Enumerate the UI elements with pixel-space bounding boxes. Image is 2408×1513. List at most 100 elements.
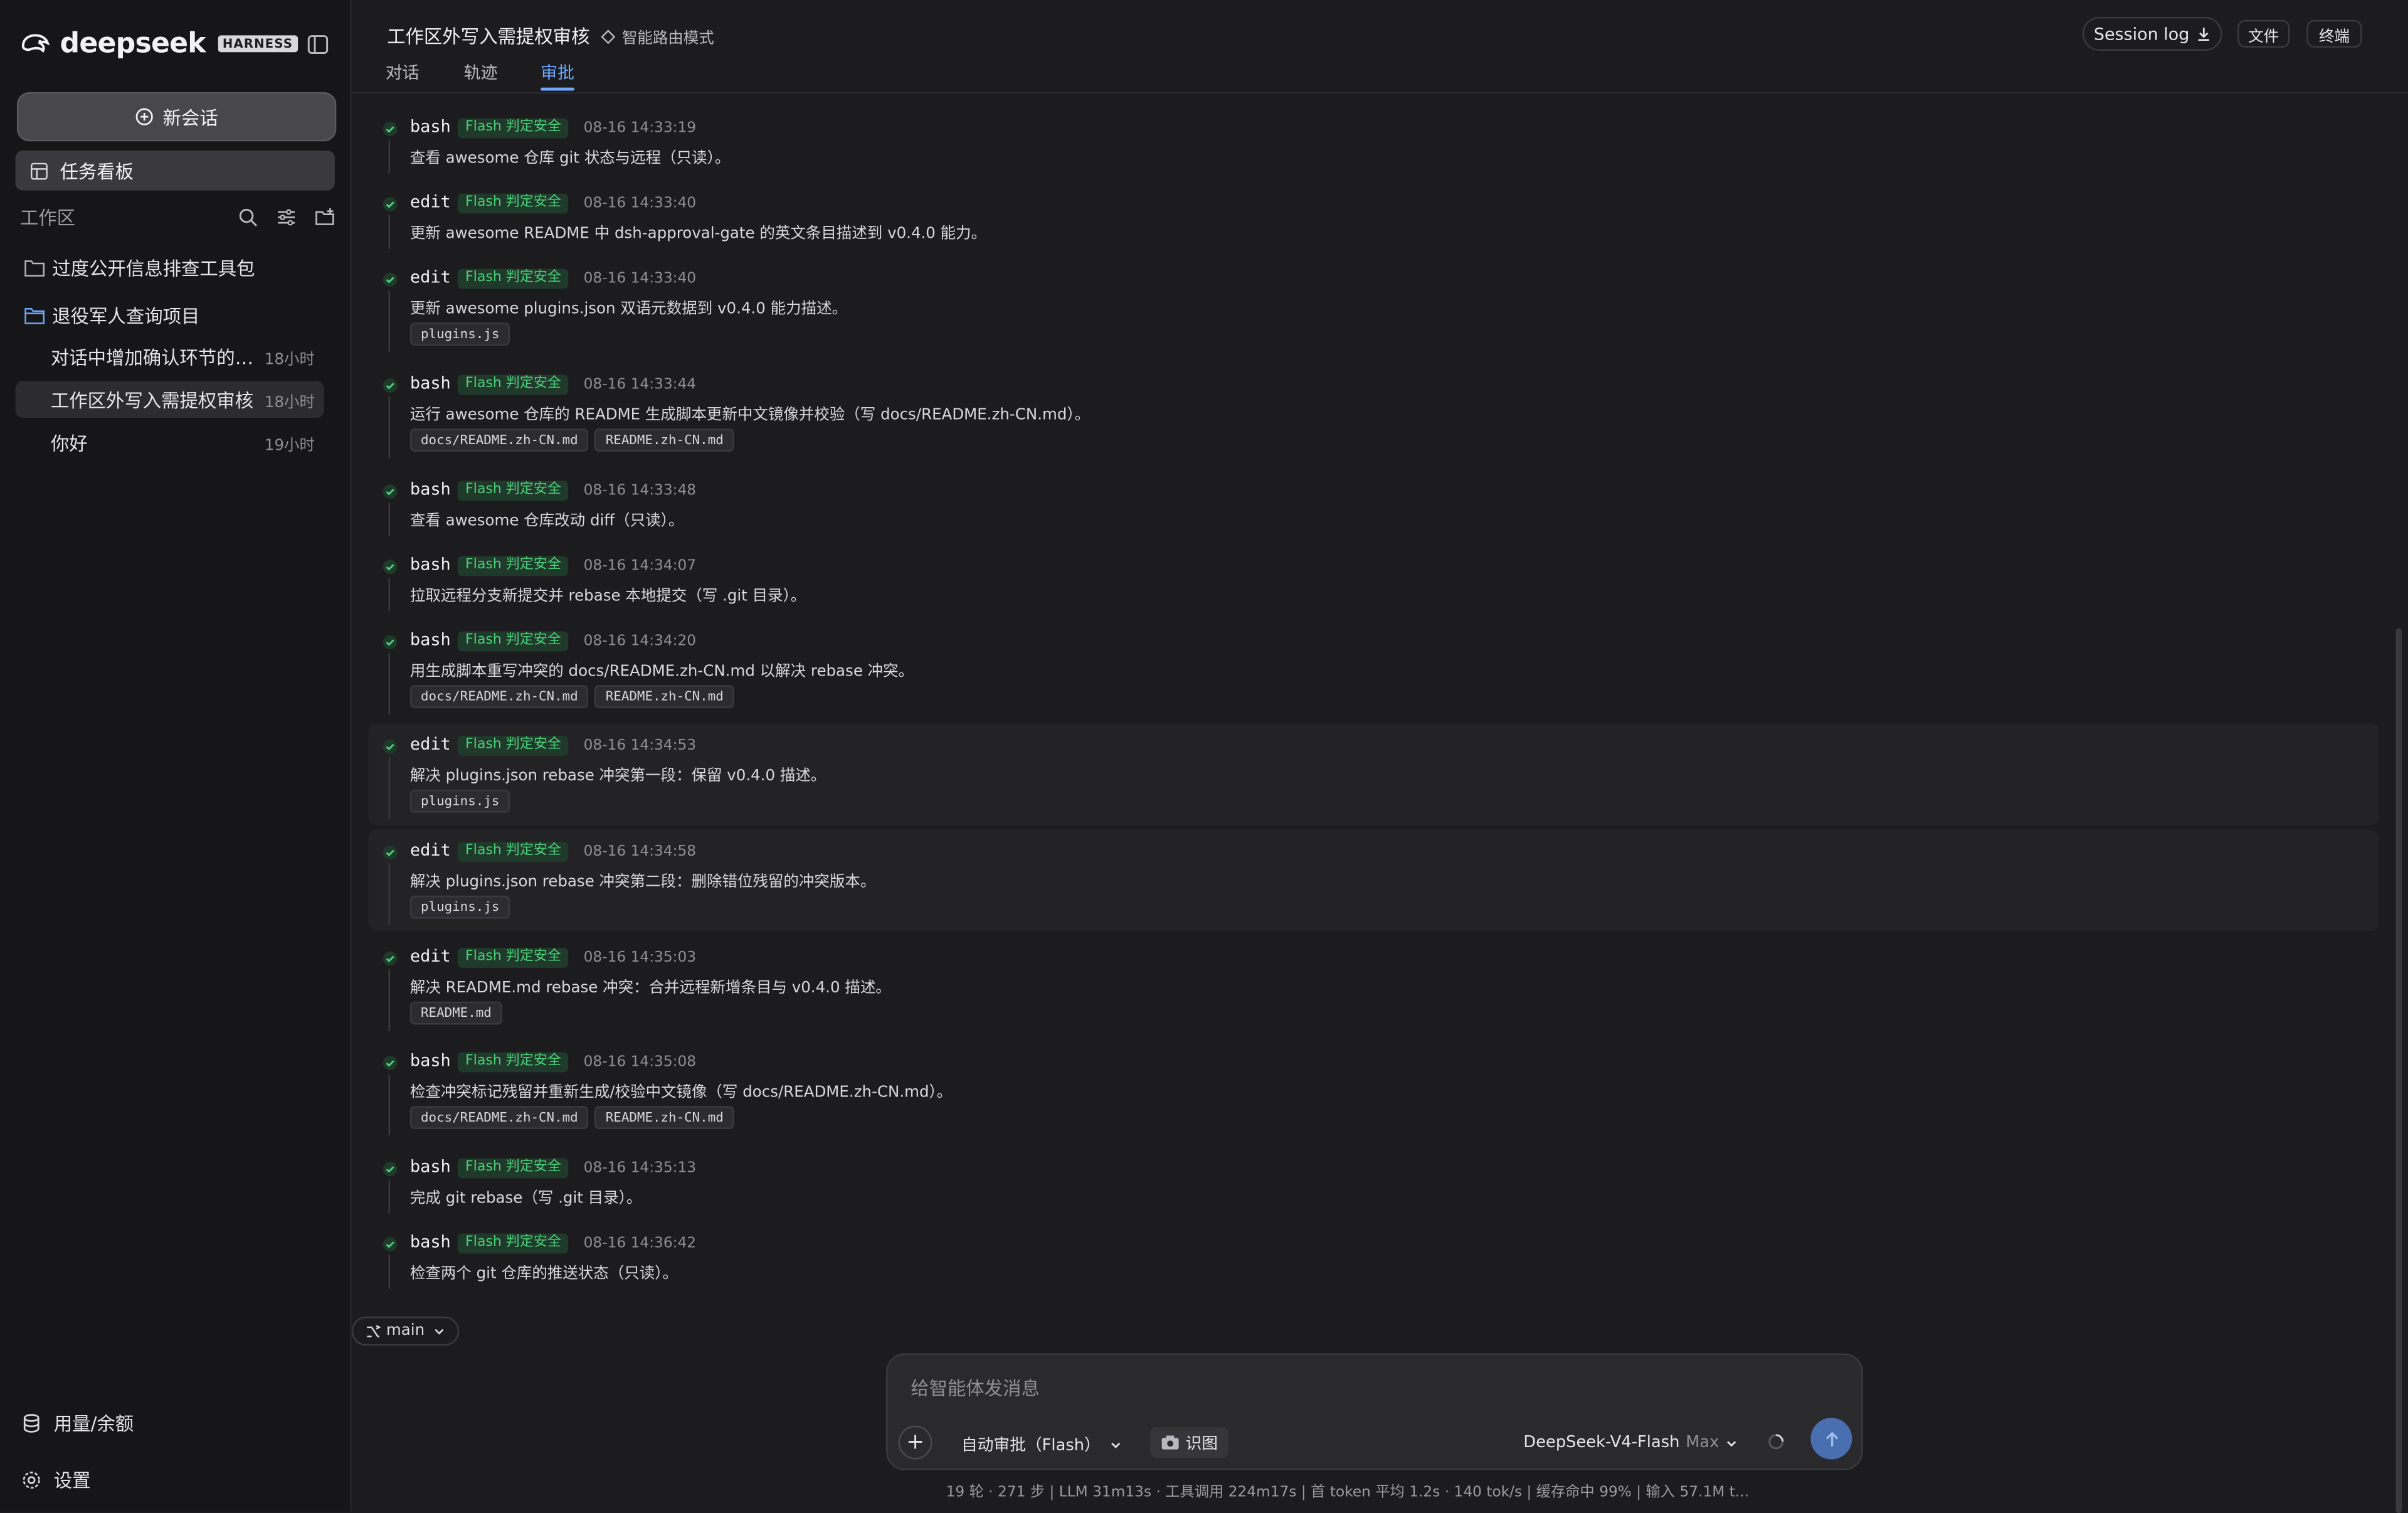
tool-name: bash — [409, 373, 451, 393]
tool-name: bash — [409, 117, 451, 137]
approval-entry[interactable]: bash Flash 判定安全 08-16 14:35:08 检查冲突标记残留并重新生… — [369, 1040, 2379, 1142]
session-title: 对话中增加确认环节的插... — [50, 346, 263, 368]
task-board-button[interactable]: 任务看板 — [15, 151, 335, 191]
model-tier: Max — [1686, 1433, 1719, 1452]
plus-icon: + — [906, 1430, 924, 1455]
file-chip[interactable]: docs/README.zh-CN.md — [409, 685, 589, 708]
timestamp: 08-16 14:34:20 — [583, 632, 697, 650]
ocr-button[interactable]: 识图 — [1150, 1427, 1229, 1458]
folder-name: 过度公开信息排查工具包 — [52, 258, 255, 280]
terminal-button[interactable]: 终端 — [2306, 19, 2362, 48]
approval-entry[interactable]: edit Flash 判定安全 08-16 14:33:40 更新 awesome R… — [369, 181, 2379, 255]
approval-entry[interactable]: edit Flash 判定安全 08-16 14:34:53 解决 plugins.j… — [368, 723, 2379, 826]
file-chip[interactable]: README.zh-CN.md — [594, 428, 734, 452]
safety-badge: Flash 判定安全 — [457, 374, 569, 395]
check-circle-icon — [383, 1237, 398, 1251]
model-select[interactable]: DeepSeek-V4-Flash Max — [1523, 1433, 1739, 1452]
attach-button[interactable]: + — [898, 1425, 932, 1460]
message-input[interactable] — [907, 1373, 1497, 1404]
check-circle-icon — [383, 122, 398, 136]
tab-chat[interactable]: 对话 — [386, 60, 420, 85]
session-log-button[interactable]: Session log — [2082, 16, 2222, 51]
settings-button[interactable]: 设置 — [21, 1467, 91, 1494]
safety-badge: Flash 判定安全 — [457, 1233, 569, 1254]
scrollbar[interactable] — [2395, 628, 2402, 1513]
approval-entry[interactable]: bash Flash 判定安全 08-16 14:33:48 查看 awesome 仓… — [369, 469, 2379, 543]
ocr-label: 识图 — [1185, 1434, 1218, 1453]
entry-rail — [388, 1179, 391, 1214]
active-tab-indicator — [541, 87, 574, 91]
check-circle-icon — [383, 484, 398, 499]
timestamp: 08-16 14:34:07 — [583, 557, 697, 575]
approval-entry[interactable]: edit Flash 判定安全 08-16 14:35:03 解决 README.md… — [369, 935, 2379, 1037]
file-chip[interactable]: docs/README.zh-CN.md — [409, 428, 589, 452]
session-item-active[interactable]: 工作区外写入需提权审核 18小时 — [15, 381, 324, 418]
session-item[interactable]: 对话中增加确认环节的插... 18小时 — [15, 338, 324, 375]
approval-entry[interactable]: bash Flash 判定安全 08-16 14:34:20 用生成脚本重写冲突的 d… — [369, 619, 2379, 721]
approval-entry[interactable]: edit Flash 判定安全 08-16 14:33:40 更新 awesome p… — [369, 257, 2379, 358]
file-chips: docs/README.zh-CN.md README.zh-CN.md — [409, 1106, 734, 1130]
file-chip[interactable]: README.zh-CN.md — [594, 1106, 734, 1130]
tool-name: edit — [409, 734, 451, 755]
brand-tag: HARNESS — [218, 35, 298, 53]
route-mode-indicator[interactable]: 智能路由模式 — [601, 24, 714, 48]
session-item[interactable]: 你好 19小时 — [15, 424, 324, 461]
model-name: DeepSeek-V4-Flash — [1523, 1433, 1680, 1452]
loading-spinner-icon — [1768, 1434, 1784, 1450]
tab-approvals[interactable]: 审批 — [541, 60, 574, 85]
tool-name: bash — [409, 630, 451, 650]
action-description: 解决 README.md rebase 冲突：合并远程新增条目与 v0.4.0 … — [409, 980, 891, 997]
sidebar-toggle-icon[interactable] — [307, 34, 329, 55]
files-button[interactable]: 文件 — [2237, 19, 2290, 48]
file-chip[interactable]: README.md — [409, 1001, 502, 1025]
tool-name: edit — [409, 840, 451, 861]
approval-mode-select[interactable]: 自动审批（Flash） — [961, 1433, 1122, 1457]
entry-rail — [388, 757, 391, 819]
file-chip[interactable]: docs/README.zh-CN.md — [409, 1106, 589, 1130]
folder-item[interactable]: 退役军人查询项目 — [24, 302, 199, 329]
plus-circle-icon — [135, 108, 153, 125]
timestamp: 08-16 14:34:58 — [583, 843, 697, 861]
action-description: 更新 awesome README 中 dsh-approval-gate 的英… — [409, 226, 987, 243]
entry-rail — [388, 139, 391, 174]
approval-entry[interactable]: bash Flash 判定安全 08-16 14:33:44 运行 awesome 仓… — [369, 363, 2379, 464]
files-label: 文件 — [2248, 28, 2279, 46]
action-description: 查看 awesome 仓库改动 diff（只读）。 — [409, 512, 684, 530]
approval-entry[interactable]: bash Flash 判定安全 08-16 14:34:07 拉取远程分支新提交并 r… — [369, 544, 2379, 618]
file-chips: plugins.js — [409, 789, 510, 813]
file-chips: plugins.js — [409, 895, 510, 919]
file-chip[interactable]: plugins.js — [409, 895, 510, 919]
file-chip[interactable]: README.zh-CN.md — [594, 685, 734, 708]
action-description: 解决 plugins.json rebase 冲突第一段：保留 v0.4.0 描… — [409, 768, 826, 785]
file-chip[interactable]: plugins.js — [409, 789, 510, 813]
timestamp: 08-16 14:33:40 — [583, 195, 697, 212]
approval-entry[interactable]: bash Flash 判定安全 08-16 14:36:42 检查两个 git 仓库的… — [369, 1221, 2379, 1295]
download-icon — [2197, 28, 2209, 41]
session-log-label: Session log — [2093, 23, 2190, 44]
check-circle-icon — [383, 560, 398, 574]
send-button[interactable] — [1810, 1418, 1852, 1460]
tab-trace[interactable]: 轨迹 — [464, 60, 498, 85]
chevron-down-icon — [1728, 1440, 1737, 1447]
action-description: 运行 awesome 仓库的 README 生成脚本更新中文镜像并校验（写 do… — [409, 406, 1090, 424]
approval-entry[interactable]: bash Flash 判定安全 08-16 14:33:19 查看 awesome 仓… — [369, 106, 2379, 180]
approval-entry[interactable]: bash Flash 判定安全 08-16 14:35:13 完成 git rebas… — [369, 1146, 2379, 1220]
usage-label: 用量/余额 — [53, 1413, 134, 1435]
file-chip[interactable]: plugins.js — [409, 322, 510, 346]
workspace-label: 工作区 — [19, 206, 76, 228]
search-icon[interactable] — [238, 206, 258, 226]
folder-item[interactable]: 过度公开信息排查工具包 — [24, 255, 255, 282]
approval-entry[interactable]: edit Flash 判定安全 08-16 14:34:58 解决 plugins.j… — [368, 829, 2379, 932]
new-chat-button[interactable]: 新会话 — [16, 92, 337, 142]
brand-logo[interactable]: deepseek HARNESS — [20, 28, 298, 60]
timestamp: 08-16 14:35:13 — [583, 1159, 697, 1177]
usage-button[interactable]: 用量/余额 — [21, 1410, 134, 1436]
check-circle-icon — [383, 951, 398, 966]
new-folder-icon[interactable] — [315, 206, 335, 226]
chevron-down-icon — [1110, 1442, 1120, 1448]
filter-icon[interactable] — [277, 206, 297, 226]
database-icon — [23, 1414, 40, 1433]
branch-selector[interactable]: main — [351, 1316, 460, 1346]
check-circle-icon — [383, 845, 398, 860]
entry-rail — [388, 1073, 391, 1135]
